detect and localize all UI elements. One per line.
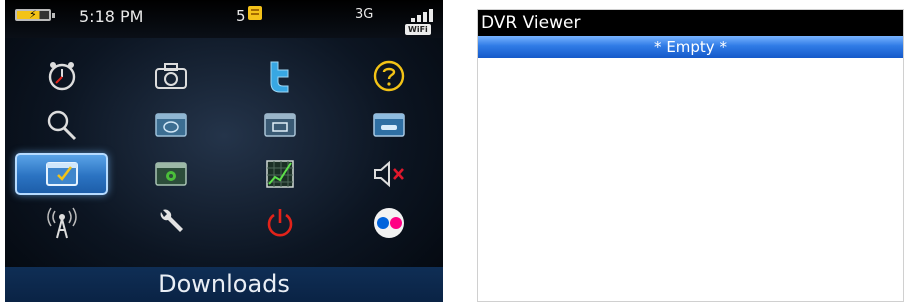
app-tile-twitter[interactable] <box>233 55 326 97</box>
settings-folder-icon <box>154 162 187 186</box>
wrench-icon <box>160 209 183 232</box>
app-tile-clock[interactable] <box>15 55 108 97</box>
app-tile-mute[interactable] <box>342 153 435 195</box>
app-tile-chart[interactable] <box>233 153 326 195</box>
help-icon <box>373 60 404 92</box>
chart-icon <box>265 160 294 188</box>
power-icon <box>267 209 292 237</box>
mute-icon <box>373 160 404 188</box>
battery-icon: ⚡ <box>15 8 55 21</box>
app-icon-grid <box>15 55 435 243</box>
app-tile-folder[interactable] <box>233 104 326 146</box>
selected-app-label: Downloads <box>5 267 443 302</box>
wifi-badge: WiFi <box>405 24 431 35</box>
status-time: 5:18 PM <box>79 7 144 26</box>
notification-icon[interactable] <box>248 6 262 20</box>
status-bar: ⚡ 5:18 PM 5 3G WiFi <box>5 0 443 38</box>
app-tile-search[interactable] <box>15 104 108 146</box>
notification-count: 5 <box>236 7 246 25</box>
app-tile-messages-folder[interactable] <box>124 104 217 146</box>
messages-folder-icon <box>154 113 187 137</box>
media-folder-icon <box>372 113 405 137</box>
folder-icon <box>263 113 296 137</box>
app-tile-options[interactable] <box>124 202 217 244</box>
app-tile-power[interactable] <box>233 202 326 244</box>
dvr-viewer-screen: DVR Viewer * Empty * <box>477 9 904 302</box>
search-icon <box>47 110 76 141</box>
blackberry-home-screen: ⚡ 5:18 PM 5 3G WiFi Downloads <box>5 0 443 302</box>
camera-icon <box>154 63 187 89</box>
app-tile-help[interactable] <box>342 55 435 97</box>
clock-icon <box>48 62 75 91</box>
flickr-icon <box>373 208 404 238</box>
app-title-bar: DVR Viewer <box>478 10 903 36</box>
signal-strength-icon <box>405 8 433 22</box>
list-item-empty[interactable]: * Empty * <box>478 36 903 58</box>
network-type: 3G <box>355 7 374 22</box>
twitter-icon <box>270 61 288 93</box>
manage-connections-icon <box>46 207 77 239</box>
downloads-folder-icon <box>45 162 78 186</box>
app-tile-camera[interactable] <box>124 55 217 97</box>
app-tile-settings-folder[interactable] <box>124 153 217 195</box>
app-tile-manage-connections[interactable] <box>15 202 108 244</box>
app-tile-media-folder[interactable] <box>342 104 435 146</box>
app-tile-flickr[interactable] <box>342 202 435 244</box>
app-tile-downloads[interactable] <box>15 153 108 195</box>
